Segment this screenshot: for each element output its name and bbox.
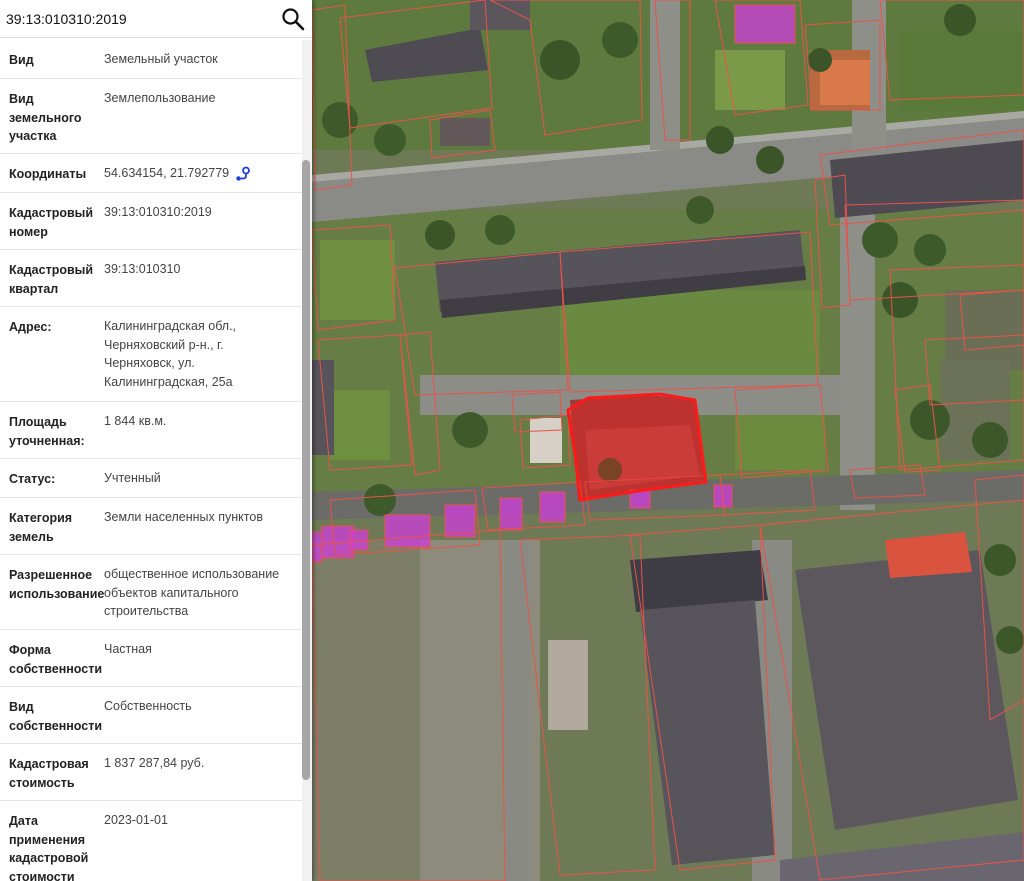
detail-value-text-land-category: Земли населенных пунктов: [104, 510, 263, 524]
detail-label-status: Статус:: [9, 472, 56, 486]
detail-value-valuation-date: 2023-01-01: [104, 811, 294, 830]
detail-row-cadastral-value: Кадастровая стоимость 1 837 287,84 руб.: [0, 744, 302, 801]
detail-label-ownership-type: Вид собственности: [9, 700, 103, 733]
detail-value-land-type: Землепользование: [104, 89, 294, 108]
detail-label-valuation-date: Дата применения кадастровой стоимости: [9, 814, 89, 881]
detail-value-land-category: Земли населенных пунктов: [104, 508, 294, 527]
detail-row-land-category: Категория земель Земли населенных пунктов: [0, 498, 302, 555]
detail-value-text-coordinates: 54.634154, 21.792779: [104, 166, 230, 180]
detail-row-land-type: Вид земельного участка Землепользование: [0, 79, 302, 154]
detail-value-cadastral-number: 39:13:010310:2019: [104, 203, 294, 222]
detail-row-address: Адрес: Калининградская обл., Черняховский…: [0, 307, 302, 402]
detail-row-type: Вид Земельный участок: [0, 40, 302, 79]
scrollbar-thumb[interactable]: [302, 160, 310, 780]
details-list: Вид Земельный участок Вид земельного участ…: [0, 40, 302, 881]
detail-value-permitted-use: общественное использование объектов капи…: [104, 565, 294, 621]
detail-value-text-ownership-type: Собственность: [104, 699, 192, 713]
detail-label-cadastral-quarter: Кадастровый квартал: [9, 263, 94, 296]
detail-value-ownership-form: Частная: [104, 640, 294, 659]
detail-value-text-status: Учтенный: [104, 471, 161, 485]
detail-value-cadastral-value: 1 837 287,84 руб.: [104, 754, 294, 773]
detail-value-text-cadastral-number: 39:13:010310:2019: [104, 205, 212, 219]
detail-value-area: 1 844 кв.м.: [104, 412, 294, 431]
detail-label-cadastral-value: Кадастровая стоимость: [9, 757, 89, 790]
search-button[interactable]: [278, 4, 308, 34]
detail-row-ownership-type: Вид собственности Собственность: [0, 687, 302, 744]
detail-label-type: Вид: [9, 53, 34, 67]
detail-value-text-permitted-use: общественное использование объектов капи…: [104, 567, 280, 618]
detail-label-land-type: Вид земельного участка: [9, 92, 82, 143]
detail-value-coordinates: 54.634154, 21.792779: [104, 164, 294, 183]
detail-row-ownership-form: Форма собственности Частная: [0, 630, 302, 687]
info-panel: Вид Земельный участок Вид земельного участ…: [0, 0, 312, 881]
detail-value-text-area: 1 844 кв.м.: [104, 414, 167, 428]
detail-value-status: Учтенный: [104, 469, 294, 488]
detail-row-area: Площадь уточненная: 1 844 кв.м.: [0, 402, 302, 459]
map-pin-route-icon[interactable]: [235, 166, 251, 182]
detail-label-coordinates: Координаты: [9, 167, 87, 181]
detail-value-text-cadastral-quarter: 39:13:010310: [104, 262, 181, 276]
detail-value-cadastral-quarter: 39:13:010310: [104, 260, 294, 279]
detail-label-area: Площадь уточненная:: [9, 415, 85, 448]
detail-value-text-address: Калининградская обл., Черняховский р-н.,…: [104, 319, 237, 389]
detail-value-address: Калининградская обл., Черняховский р-н.,…: [104, 317, 294, 391]
detail-value-text-valuation-date: 2023-01-01: [104, 813, 168, 827]
detail-row-coordinates: Координаты 54.634154, 21.792779: [0, 154, 302, 193]
search-icon: [282, 8, 305, 31]
detail-value-text-type: Земельный участок: [104, 52, 218, 66]
detail-row-permitted-use: Разрешенное использование общественное ис…: [0, 555, 302, 630]
detail-value-text-cadastral-value: 1 837 287,84 руб.: [104, 756, 205, 770]
detail-row-status: Статус: Учтенный: [0, 459, 302, 498]
detail-value-text-land-type: Землепользование: [104, 91, 216, 105]
search-bar: [0, 0, 312, 38]
detail-value-text-ownership-form: Частная: [104, 642, 152, 656]
detail-label-cadastral-number: Кадастровый номер: [9, 206, 94, 239]
detail-row-cadastral-quarter: Кадастровый квартал 39:13:010310: [0, 250, 302, 307]
selected-parcel: [566, 392, 708, 502]
detail-label-permitted-use: Разрешенное использование: [9, 568, 105, 601]
detail-label-ownership-form: Форма собственности: [9, 643, 103, 676]
detail-value-ownership-type: Собственность: [104, 697, 294, 716]
detail-row-cadastral-number: Кадастровый номер 39:13:010310:2019: [0, 193, 302, 250]
search-input[interactable]: [6, 6, 266, 32]
detail-value-type: Земельный участок: [104, 50, 294, 69]
detail-label-address: Адрес:: [9, 320, 52, 334]
detail-row-valuation-date: Дата применения кадастровой стоимости 202…: [0, 801, 302, 881]
detail-label-land-category: Категория земель: [9, 511, 73, 544]
